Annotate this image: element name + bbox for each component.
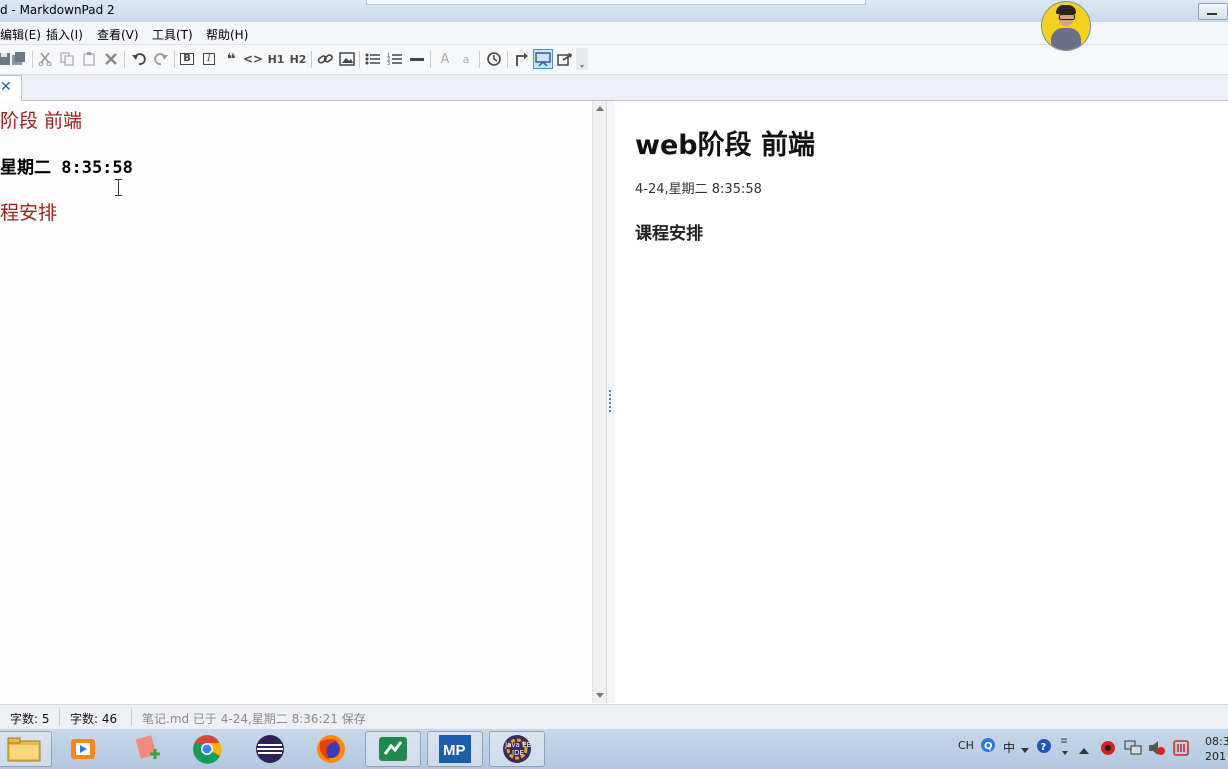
splitter-grip-icon[interactable] bbox=[609, 390, 611, 412]
delete-icon[interactable] bbox=[101, 49, 121, 69]
bullet-list-icon[interactable] bbox=[363, 49, 383, 69]
taskbar-notepad[interactable] bbox=[118, 731, 174, 767]
qq-input-icon[interactable]: Q bbox=[980, 737, 996, 758]
minimize-button[interactable] bbox=[1198, 3, 1228, 20]
copy-icon[interactable] bbox=[57, 49, 77, 69]
editor-line: 程安排 bbox=[0, 202, 58, 224]
svg-text:MP: MP bbox=[443, 742, 466, 759]
ime-mode[interactable]: 中 bbox=[1003, 739, 1015, 756]
firefox-icon bbox=[317, 735, 345, 763]
numbered-list-icon[interactable]: 123 bbox=[385, 49, 405, 69]
svg-text:?: ? bbox=[1041, 742, 1047, 753]
menu-insert[interactable]: 插入(I) bbox=[46, 26, 83, 43]
document-tab[interactable]: ✕ bbox=[0, 75, 22, 101]
menu-help[interactable]: 帮助(H) bbox=[206, 26, 248, 43]
taskbar-markdownpad[interactable]: MP bbox=[427, 731, 483, 767]
power-icon[interactable] bbox=[1172, 739, 1190, 760]
quote-icon[interactable]: ❝ bbox=[221, 49, 241, 69]
font-smaller-icon[interactable]: a bbox=[456, 49, 476, 69]
show-hidden-icons-icon[interactable] bbox=[1079, 744, 1089, 758]
char-count: 字数: 46 bbox=[70, 712, 118, 726]
scroll-down-icon[interactable] bbox=[596, 693, 604, 698]
save-status: 笔记.md 已于 4-24,星期二 8:36:21 保存 bbox=[142, 712, 366, 726]
svg-text:Q: Q bbox=[984, 741, 993, 752]
svg-text:3: 3 bbox=[387, 61, 390, 66]
title-bar-tab bbox=[366, 0, 866, 5]
notepad-icon bbox=[135, 735, 160, 759]
italic-icon[interactable]: I bbox=[199, 49, 219, 69]
horizontal-rule-icon[interactable] bbox=[407, 49, 427, 69]
preview-subheading: 课程安排 bbox=[635, 224, 703, 244]
volume-muted-icon[interactable] bbox=[1148, 740, 1166, 759]
link-icon[interactable] bbox=[315, 49, 335, 69]
ibeam-cursor-icon bbox=[114, 179, 123, 196]
network-icon[interactable] bbox=[1124, 740, 1142, 759]
menu-edit[interactable]: 编辑(E) bbox=[0, 26, 41, 43]
font-larger-icon[interactable]: A bbox=[435, 49, 455, 69]
eclipse-icon bbox=[256, 735, 284, 763]
preview-heading: web阶段 前端 bbox=[635, 130, 815, 161]
ime-settings-icon[interactable] bbox=[1059, 735, 1071, 760]
close-icon[interactable]: ✕ bbox=[0, 79, 12, 95]
save-all-icon[interactable] bbox=[9, 49, 29, 69]
status-bar: 字数: 5 字数: 46 笔记.md 已于 4-24,星期二 8:36:21 保… bbox=[0, 704, 1228, 729]
markdown-preview: web阶段 前端 4-24,星期二 8:35:58 课程安排 bbox=[615, 101, 1228, 703]
clock[interactable]: 08:3 201 bbox=[1205, 734, 1228, 764]
toolbar: B I ❝ <> H1 H2 123 A a bbox=[0, 45, 1228, 75]
live-preview-icon[interactable] bbox=[533, 49, 553, 69]
chrome-icon bbox=[193, 735, 222, 764]
timestamp-icon[interactable] bbox=[484, 49, 504, 69]
input-language[interactable]: CH bbox=[958, 739, 974, 752]
redo-icon[interactable] bbox=[151, 49, 171, 69]
green-app-icon bbox=[379, 737, 407, 761]
antivirus-icon[interactable] bbox=[1100, 740, 1116, 759]
sync-scroll-icon[interactable] bbox=[511, 49, 531, 69]
taskbar-firefox[interactable] bbox=[303, 731, 359, 767]
toolbar-overflow-icon[interactable] bbox=[576, 48, 588, 70]
javaee-label: Java EE IDE bbox=[505, 741, 531, 757]
scroll-up-icon[interactable] bbox=[596, 106, 604, 111]
taskbar-media-player[interactable] bbox=[55, 731, 111, 767]
menu-tools[interactable]: 工具(T) bbox=[152, 26, 193, 43]
document-tab-row: ✕ bbox=[0, 75, 1228, 101]
editor-line: 星期二 8:35:58 bbox=[0, 158, 133, 178]
window-title: d - MarkdownPad 2 bbox=[0, 3, 115, 17]
taskbar-chrome[interactable] bbox=[179, 731, 235, 767]
image-icon[interactable] bbox=[337, 49, 357, 69]
taskbar-javaee[interactable]: Java EE IDE bbox=[489, 731, 545, 767]
ime-dropdown-icon[interactable] bbox=[1021, 743, 1029, 757]
markdownpad-icon: MP bbox=[439, 735, 471, 763]
taskbar-explorer[interactable] bbox=[0, 731, 52, 767]
cut-icon[interactable] bbox=[35, 49, 55, 69]
media-player-icon bbox=[71, 739, 95, 759]
editor-line: 阶段 前端 bbox=[0, 110, 83, 132]
menu-view[interactable]: 查看(V) bbox=[97, 26, 139, 43]
folder-icon bbox=[7, 737, 41, 762]
word-count: 字数: 5 bbox=[10, 712, 50, 726]
heading2-icon[interactable]: H2 bbox=[288, 49, 308, 69]
export-icon[interactable] bbox=[555, 49, 575, 69]
taskbar-eclipse[interactable] bbox=[242, 731, 298, 767]
code-icon[interactable]: <> bbox=[243, 49, 263, 69]
editor-scrollbar[interactable] bbox=[592, 101, 607, 703]
preview-date-line: 4-24,星期二 8:35:58 bbox=[635, 182, 762, 197]
bold-icon[interactable]: B bbox=[177, 49, 197, 69]
taskbar: MP Java EE IDE CH Q 中 ? 08:3 201 bbox=[0, 728, 1228, 769]
markdown-editor[interactable]: 阶段 前端 星期二 8:35:58 程安排 bbox=[0, 101, 592, 703]
taskbar-app-green[interactable] bbox=[365, 731, 421, 767]
heading1-icon[interactable]: H1 bbox=[266, 49, 286, 69]
paste-icon[interactable] bbox=[79, 49, 99, 69]
undo-icon[interactable] bbox=[129, 49, 149, 69]
help-icon[interactable]: ? bbox=[1036, 738, 1052, 757]
avatar bbox=[1041, 1, 1091, 51]
